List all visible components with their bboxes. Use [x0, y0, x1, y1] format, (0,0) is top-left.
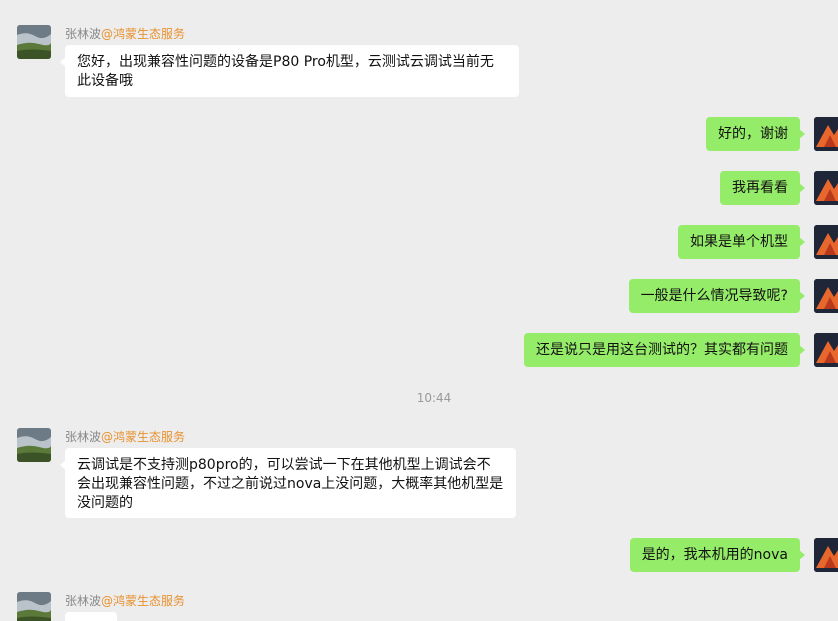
message-text: 您好，出现兼容性问题的设备是P80 Pro机型，云测试云调试当前无此设备哦 — [77, 54, 494, 89]
sender-name: 张林波@鸿蒙生态服务 — [65, 25, 185, 42]
message-text: 我再看看 — [732, 180, 788, 196]
contact-avatar[interactable] — [17, 592, 51, 621]
sender-org: @鸿蒙生态服务 — [101, 430, 186, 444]
message-bubble-received[interactable]: 您好，出现兼容性问题的设备是P80 Pro机型，云测试云调试当前无此设备哦 — [60, 45, 519, 97]
message-bubble-sent[interactable]: 如果是单个机型 — [678, 225, 805, 259]
message-bubble-sent[interactable]: 一般是什么情况导致呢? — [628, 279, 806, 313]
message-bubble-sent[interactable]: 是的，我本机用的nova — [629, 538, 806, 572]
self-avatar[interactable] — [814, 279, 838, 313]
message-bubble-sent[interactable]: 我再看看 — [720, 171, 805, 205]
self-avatar[interactable] — [814, 171, 838, 205]
message-text: 一般是什么情况导致呢? — [640, 288, 788, 304]
self-avatar[interactable] — [814, 333, 838, 367]
sender-name-text: 张林波 — [65, 27, 102, 41]
sender-org: @鸿蒙生态服务 — [101, 27, 186, 41]
message-text: 如果是单个机型 — [690, 234, 788, 250]
message-bubble-sent[interactable]: 好的，谢谢 — [706, 117, 805, 151]
sender-name: 张林波@鸿蒙生态服务 — [65, 592, 185, 609]
sender-name-text: 张林波 — [65, 594, 102, 608]
sender-name: 张林波@鸿蒙生态服务 — [65, 428, 185, 445]
sender-name-text: 张林波 — [65, 430, 102, 444]
self-avatar[interactable] — [814, 225, 838, 259]
message-bubble-received[interactable] — [65, 612, 117, 621]
message-text: 云调试是不支持测p80pro的，可以尝试一下在其他机型上调试会不会出现兼容性问题… — [77, 457, 504, 511]
self-avatar[interactable] — [814, 538, 838, 572]
message-text: 还是说只是用这台测试的？其实都有问题 — [536, 342, 788, 358]
sender-org: @鸿蒙生态服务 — [101, 594, 186, 608]
self-avatar[interactable] — [814, 117, 838, 151]
contact-avatar[interactable] — [17, 428, 51, 462]
contact-avatar[interactable] — [17, 25, 51, 59]
timestamp-divider: 10:44 — [416, 391, 452, 405]
message-bubble-sent[interactable]: 还是说只是用这台测试的？其实都有问题 — [524, 333, 805, 367]
chat-message-list[interactable]: 张林波@鸿蒙生态服务 您好，出现兼容性问题的设备是P80 Pro机型，云测试云调… — [0, 0, 838, 621]
message-text: 好的，谢谢 — [718, 126, 788, 142]
message-text: 是的，我本机用的nova — [641, 547, 788, 563]
message-bubble-received[interactable]: 云调试是不支持测p80pro的，可以尝试一下在其他机型上调试会不会出现兼容性问题… — [60, 448, 516, 518]
